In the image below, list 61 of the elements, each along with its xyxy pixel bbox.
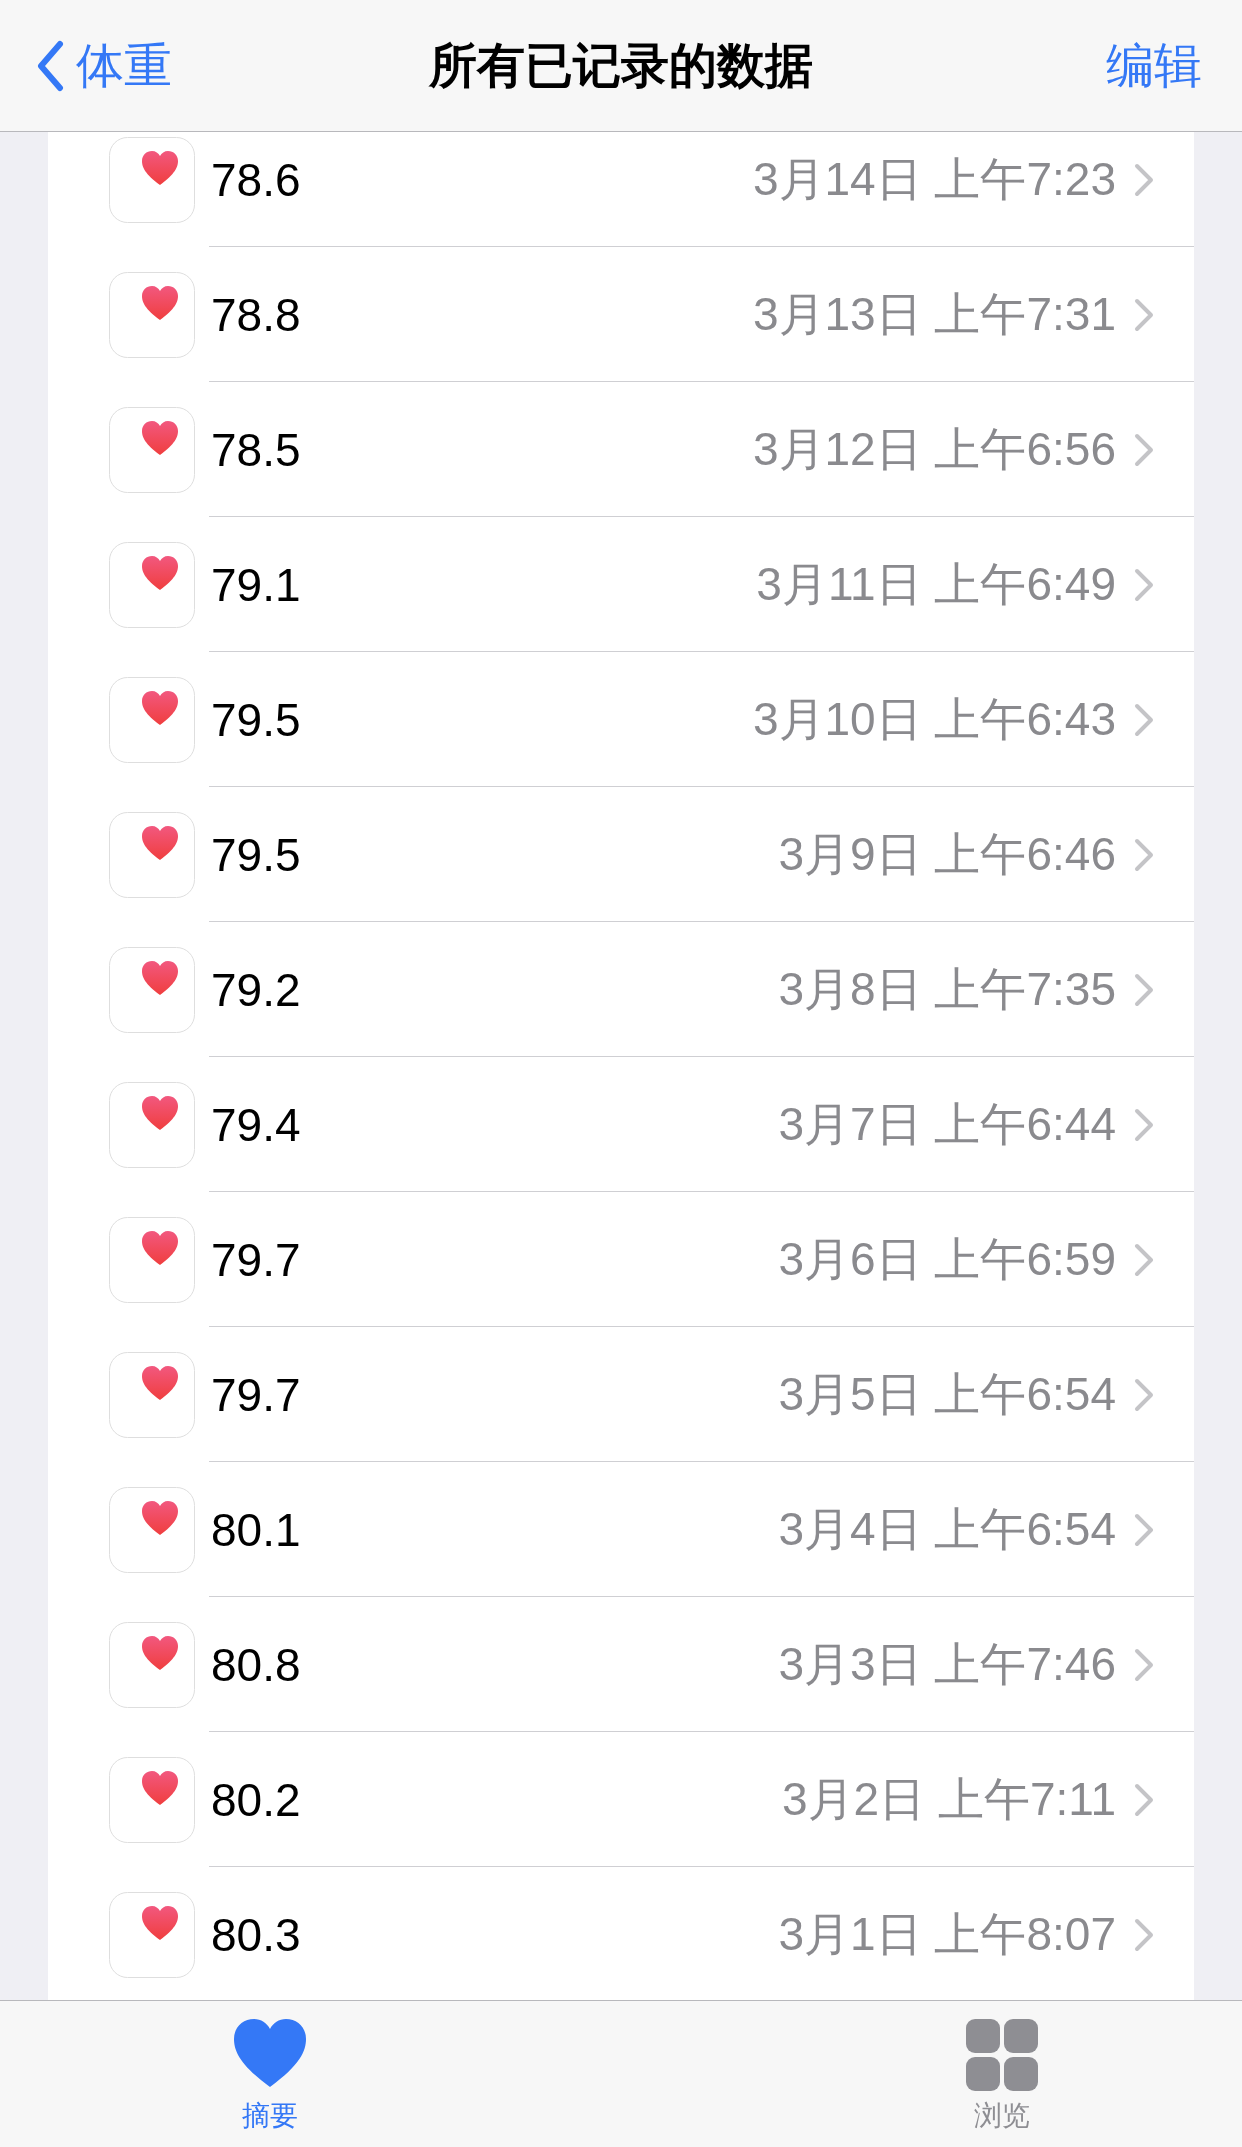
chevron-icon	[1134, 162, 1154, 197]
record-time: 3月2日 上午7:11	[781, 1771, 1116, 1827]
weight-value: 79.7	[211, 1367, 301, 1422]
screen-title: 所有已记录的数据	[429, 38, 813, 92]
edit-button[interactable]: 编辑	[1106, 33, 1202, 98]
record-time: 3月13日 上午7:31	[752, 286, 1116, 342]
record-time: 3月3日 上午7:46	[778, 1636, 1116, 1692]
chevron-icon	[1134, 1377, 1154, 1412]
chevron-icon	[1134, 972, 1154, 1007]
record-row[interactable]: 79.5 3月10日 上午6:43	[48, 652, 1194, 787]
record-row[interactable]: 79.4 3月7日 上午6:44	[48, 1057, 1194, 1192]
record-row[interactable]: 79.7 3月6日 上午6:59	[48, 1192, 1194, 1327]
chevron-icon	[1134, 1647, 1154, 1682]
back-chevron-icon	[36, 39, 64, 92]
chevron-icon	[1134, 297, 1154, 332]
weight-value: 80.3	[211, 1907, 301, 1962]
record-row[interactable]: 78.6 3月14日 上午7:23	[48, 132, 1194, 247]
record-time: 3月11日 上午6:49	[756, 556, 1116, 612]
weight-value: 80.8	[211, 1637, 301, 1692]
weight-value: 79.1	[211, 557, 301, 612]
record-time: 3月12日 上午6:56	[752, 421, 1116, 477]
record-row[interactable]: 78.5 3月12日 上午6:56	[48, 382, 1194, 517]
chevron-icon	[1134, 432, 1154, 467]
weight-value: 78.8	[211, 287, 301, 342]
chevron-icon	[1134, 567, 1154, 602]
chevron-icon	[1134, 1782, 1154, 1817]
weight-value: 78.5	[211, 422, 301, 477]
chevron-icon	[1134, 702, 1154, 737]
record-row[interactable]: 80.3 3月1日 上午8:07	[48, 1867, 1194, 2000]
weight-value: 79.7	[211, 1232, 301, 1287]
weight-value: 80.2	[211, 1772, 301, 1827]
weight-value: 78.6	[211, 152, 301, 207]
weight-value: 79.5	[211, 692, 301, 747]
record-row[interactable]: 80.2 3月2日 上午7:11	[48, 1732, 1194, 1867]
record-time: 3月6日 上午6:59	[778, 1231, 1116, 1287]
weight-value: 79.5	[211, 827, 301, 882]
record-time: 3月10日 上午6:43	[752, 691, 1116, 747]
record-row[interactable]: 79.1 3月11日 上午6:49	[48, 517, 1194, 652]
chevron-icon	[1134, 1917, 1154, 1952]
chevron-icon	[1134, 837, 1154, 872]
record-time: 3月4日 上午6:54	[778, 1501, 1116, 1557]
weight-value: 79.4	[211, 1097, 301, 1152]
record-time: 3月7日 上午6:44	[778, 1096, 1116, 1152]
record-row[interactable]: 80.1 3月4日 上午6:54	[48, 1462, 1194, 1597]
back-button[interactable]: 体重	[36, 33, 172, 98]
record-row[interactable]: 79.5 3月9日 上午6:46	[48, 787, 1194, 922]
record-time: 3月9日 上午6:46	[778, 826, 1116, 882]
record-row[interactable]: 80.8 3月3日 上午7:46	[48, 1597, 1194, 1732]
chevron-icon	[1134, 1107, 1154, 1142]
chevron-icon	[1134, 1512, 1154, 1547]
chevron-icon	[1134, 1242, 1154, 1277]
weight-value: 79.2	[211, 962, 301, 1017]
record-time: 3月1日 上午8:07	[778, 1906, 1116, 1962]
weight-value: 80.1	[211, 1502, 301, 1557]
record-time: 3月8日 上午7:35	[778, 961, 1116, 1017]
record-row[interactable]: 78.8 3月13日 上午7:31	[48, 247, 1194, 382]
record-row[interactable]: 79.2 3月8日 上午7:35	[48, 922, 1194, 1057]
record-row[interactable]: 79.7 3月5日 上午6:54	[48, 1327, 1194, 1462]
record-time: 3月14日 上午7:23	[752, 151, 1116, 207]
tab-bar-item[interactable]: 摘要	[230, 2001, 310, 2147]
record-time: 3月5日 上午6:54	[778, 1366, 1116, 1422]
